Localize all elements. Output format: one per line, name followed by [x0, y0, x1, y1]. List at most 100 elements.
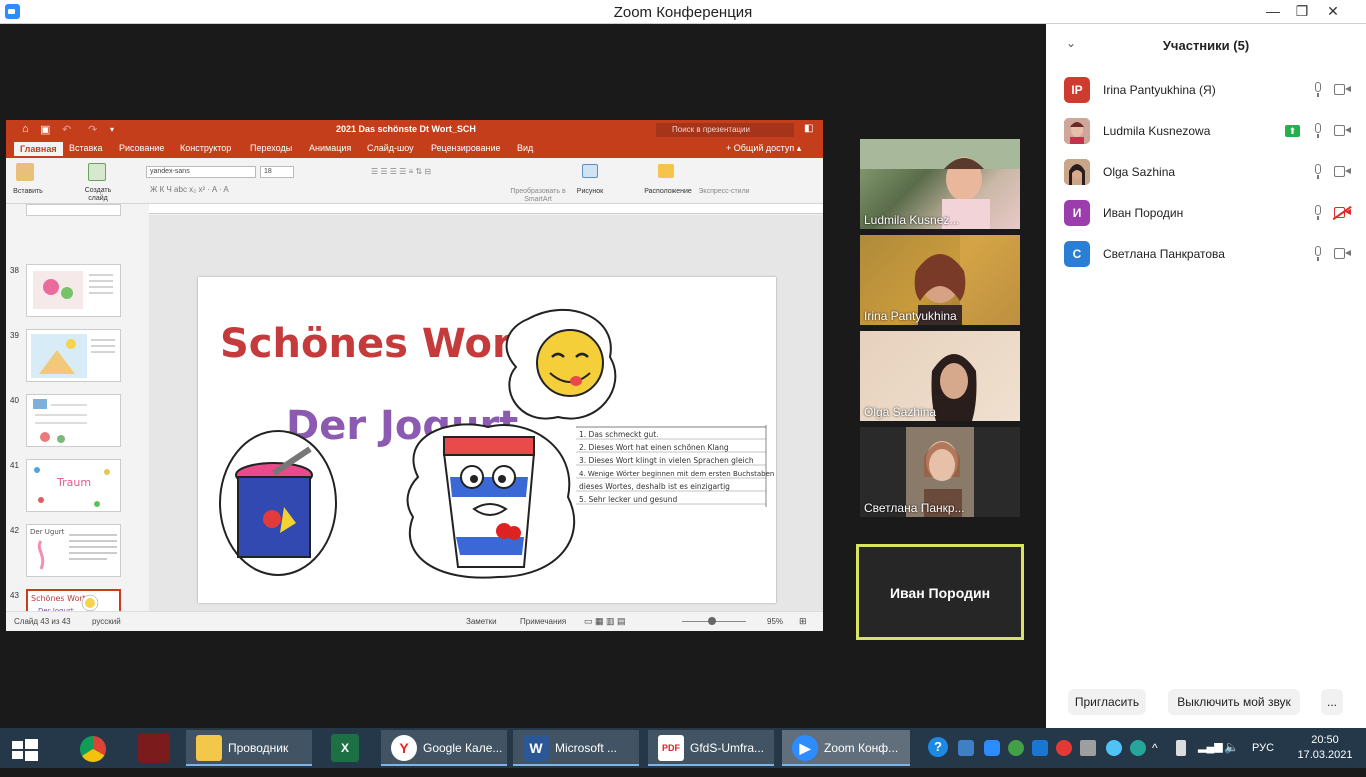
- undo-icon[interactable]: ↶: [62, 123, 71, 136]
- speaker-icon[interactable]: 🔈: [1224, 740, 1240, 756]
- tab-design[interactable]: Конструктор: [180, 143, 231, 153]
- security-check-icon[interactable]: [1130, 740, 1146, 756]
- help-icon[interactable]: ?: [928, 737, 948, 757]
- paste-icon[interactable]: [16, 163, 34, 181]
- save-icon[interactable]: ▣: [40, 123, 50, 136]
- picture-icon[interactable]: [582, 164, 598, 178]
- excel-icon[interactable]: X: [331, 734, 359, 762]
- notes-button[interactable]: Заметки: [466, 617, 497, 626]
- slide-thumbnail-40[interactable]: [26, 394, 121, 447]
- minimize-button[interactable]: —: [1258, 0, 1288, 24]
- check-icon[interactable]: [1008, 740, 1024, 756]
- microphone-icon[interactable]: [1313, 123, 1323, 139]
- video-tile[interactable]: Irina Pantyukhina: [860, 235, 1020, 325]
- video-camera-icon[interactable]: [1334, 166, 1351, 177]
- tab-draw[interactable]: Рисование: [119, 143, 164, 153]
- paint-icon[interactable]: [138, 733, 170, 763]
- microphone-icon[interactable]: [1313, 164, 1323, 180]
- video-tile[interactable]: Olga Sazhina: [860, 331, 1020, 421]
- tab-slideshow[interactable]: Слайд-шоу: [367, 143, 414, 153]
- folder-icon: [196, 735, 222, 761]
- tab-transitions[interactable]: Переходы: [250, 143, 292, 153]
- slide-thumbnail-38[interactable]: [26, 264, 121, 317]
- paste-label: Вставить: [13, 188, 43, 195]
- mute-me-button[interactable]: Выключить мой звук: [1168, 689, 1300, 715]
- quick-access-chevron-icon[interactable]: ▾: [110, 125, 114, 134]
- battery-icon[interactable]: [1176, 740, 1186, 756]
- new-slide-icon[interactable]: [88, 163, 106, 181]
- tab-view[interactable]: Вид: [517, 143, 533, 153]
- tab-home[interactable]: Главная: [14, 142, 63, 156]
- keyboard-language[interactable]: РУС: [1252, 728, 1274, 768]
- active-speaker-tile[interactable]: Иван Породин: [856, 544, 1024, 640]
- tab-animations[interactable]: Анимация: [309, 143, 351, 153]
- slide-thumbnail-41[interactable]: Traum: [26, 459, 121, 512]
- slide-thumbnail-37[interactable]: [26, 204, 121, 216]
- taskbar-app-explorer[interactable]: Проводник: [186, 730, 312, 766]
- microphone-icon[interactable]: [1313, 246, 1323, 262]
- video-camera-icon[interactable]: [1334, 125, 1351, 136]
- participant-row[interactable]: Ludmila Kusnezowa ⬆: [1046, 112, 1366, 153]
- tab-insert[interactable]: Вставка: [69, 143, 102, 153]
- title-bar: Zoom Конференция — ❐ ✕: [0, 0, 1366, 24]
- arrange-icon[interactable]: [658, 164, 674, 178]
- taskbar-app-pdf[interactable]: PDF GfdS-Umfra...: [648, 730, 774, 766]
- windows-start-icon[interactable]: [12, 737, 38, 761]
- participants-panel: ⌄ Участники (5) IP Irina Pantyukhina (Я)…: [1046, 24, 1366, 728]
- fit-to-window-icon[interactable]: ⊞: [799, 616, 807, 627]
- tab-review[interactable]: Рецензирование: [431, 143, 501, 153]
- slide-thumbnail-42[interactable]: Der Ugurt: [26, 524, 121, 577]
- maximize-button[interactable]: ❐: [1287, 0, 1317, 24]
- font-family-select[interactable]: yandex-sans: [146, 166, 256, 178]
- participant-row[interactable]: С Светлана Панкратова: [1046, 235, 1366, 276]
- font-size-select[interactable]: 18: [260, 166, 294, 178]
- view-buttons[interactable]: ▭ ▦ ▥ ▤: [584, 616, 626, 627]
- redo-icon[interactable]: ↷: [88, 123, 97, 136]
- shield-icon[interactable]: [958, 740, 974, 756]
- network-share-icon[interactable]: [1106, 740, 1122, 756]
- ppt-status-bar: Слайд 43 из 43 русский Заметки Примечани…: [6, 611, 823, 631]
- participant-row[interactable]: IP Irina Pantyukhina (Я): [1046, 71, 1366, 112]
- slide-list-item: 1. Das schmeckt gut.: [579, 430, 659, 439]
- close-button[interactable]: ✕: [1318, 0, 1348, 24]
- video-camera-icon[interactable]: [1334, 248, 1351, 259]
- microphone-icon[interactable]: [1313, 82, 1323, 98]
- zoom-level: 95%: [767, 617, 784, 626]
- video-tile[interactable]: Светлана Панкр...: [860, 427, 1020, 517]
- quick-styles-label[interactable]: Экспресс-стили: [696, 188, 752, 196]
- font-format-buttons[interactable]: Ж К Ч abc x₂ x² · A · A: [150, 186, 370, 194]
- ppt-account-icon[interactable]: ◧: [804, 123, 813, 134]
- tray-chevron-icon[interactable]: ^: [1152, 740, 1168, 756]
- share-button[interactable]: + Общий доступ ▴: [726, 143, 801, 154]
- avatar: [1064, 118, 1090, 144]
- zoom-tray-icon[interactable]: [984, 740, 1000, 756]
- taskbar-app-word[interactable]: W Microsoft ...: [513, 730, 639, 766]
- antivirus-icon[interactable]: [1056, 740, 1072, 756]
- ppt-search-box[interactable]: Поиск в презентации: [656, 123, 794, 137]
- tile-name: Светлана Панкр...: [864, 501, 965, 515]
- clock-date: 17.03.2021: [1297, 749, 1353, 761]
- ppt-ribbon: Вставить Создать слайд yandex-sans 18 Ж …: [6, 158, 823, 204]
- zoom-slider-thumb[interactable]: [708, 617, 716, 625]
- home-icon[interactable]: ⌂: [22, 123, 29, 135]
- comments-button[interactable]: Примечания: [520, 617, 566, 626]
- paragraph-buttons[interactable]: ☰ ☰ ☰ ☰ ≡ ⇅ ⊟: [371, 168, 511, 176]
- system-clock[interactable]: 20:50 17.03.2021: [1290, 733, 1360, 763]
- participant-row[interactable]: Olga Sazhina: [1046, 153, 1366, 194]
- wifi-signal-icon[interactable]: ▂▄▆: [1198, 740, 1223, 756]
- video-tile[interactable]: Ludmila Kusnez...: [860, 139, 1020, 229]
- thumb-number: 38: [10, 266, 19, 275]
- snowflake-icon[interactable]: [1032, 740, 1048, 756]
- video-camera-icon[interactable]: [1334, 84, 1351, 95]
- taskbar-app-browser[interactable]: Y Google Кале...: [381, 730, 507, 766]
- taskbar-app-zoom[interactable]: ▶ Zoom Конф...: [782, 730, 910, 766]
- participant-row[interactable]: И Иван Породин: [1046, 194, 1366, 235]
- invite-button[interactable]: Пригласить: [1068, 689, 1146, 715]
- more-options-button[interactable]: ...: [1321, 689, 1343, 715]
- slide-thumbnails-panel: 38 39 40 41 Traum 42 Der Ugurt 43 Schöne…: [6, 204, 136, 631]
- chrome-icon[interactable]: [80, 736, 106, 762]
- microphone-icon[interactable]: [1313, 205, 1323, 221]
- device-icon[interactable]: [1080, 740, 1096, 756]
- slide-thumbnail-39[interactable]: [26, 329, 121, 382]
- smartart-label[interactable]: Преобразовать в SmartArt: [508, 188, 568, 204]
